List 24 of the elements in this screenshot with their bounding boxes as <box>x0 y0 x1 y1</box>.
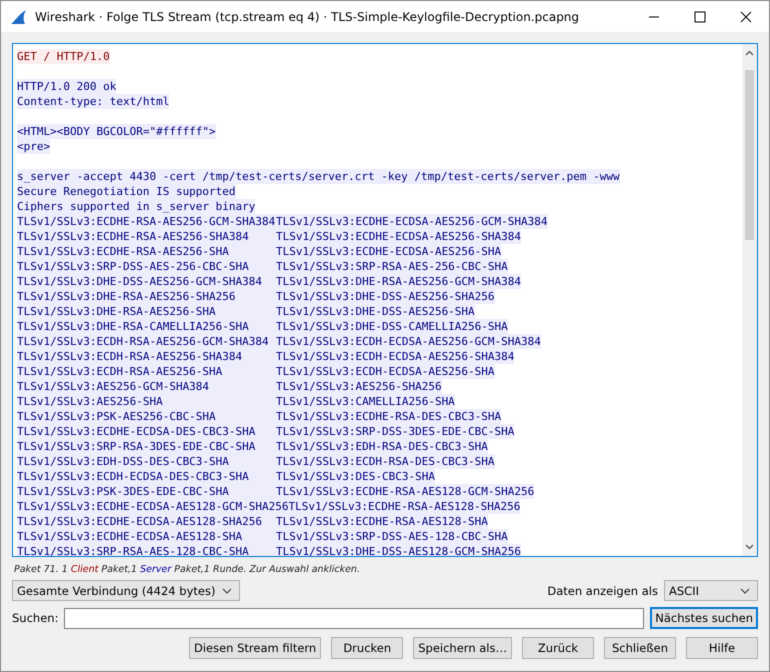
window-title: Wireshark · Folge TLS Stream (tcp.stream eq 4) · TLS-Simple-Keylogfile-Decryption.pcapng <box>35 10 580 24</box>
dialog-button[interactable]: Diesen Stream filtern <box>188 637 322 659</box>
scroll-thumb[interactable] <box>745 70 754 240</box>
scrollbar[interactable] <box>742 44 757 556</box>
format-dropdown[interactable]: ASCII <box>664 580 758 601</box>
shark-fin-icon <box>10 8 28 24</box>
status-text: Paket 71. 1 Client Paket,1 Server Paket,1 Runde. Zur Auswahl anklicken. <box>13 563 361 577</box>
scroll-up-icon[interactable] <box>745 50 754 56</box>
maximize-icon[interactable] <box>694 10 706 22</box>
dialog-button[interactable]: Hilfe <box>686 637 758 659</box>
dialog-button[interactable]: Speichern als… <box>413 637 512 659</box>
dialog-button[interactable]: Schließen <box>604 637 676 659</box>
dialog-button[interactable]: Zurück <box>522 637 594 659</box>
search-label: Suchen: <box>12 611 58 625</box>
show-as-label: Daten anzeigen als <box>547 584 658 598</box>
find-next-button[interactable]: Nächstes suchen <box>650 607 758 629</box>
dialog-button[interactable]: Drucken <box>331 637 404 659</box>
search-field[interactable] <box>64 608 644 628</box>
stream-text-area[interactable] <box>12 43 758 557</box>
scroll-down-icon[interactable] <box>745 544 754 550</box>
conversation-dropdown[interactable]: Gesamte Verbindung (4424 bytes) <box>12 580 240 601</box>
chevron-icon <box>222 588 232 594</box>
close-icon[interactable] <box>740 10 752 22</box>
chevron-icon <box>740 588 750 594</box>
